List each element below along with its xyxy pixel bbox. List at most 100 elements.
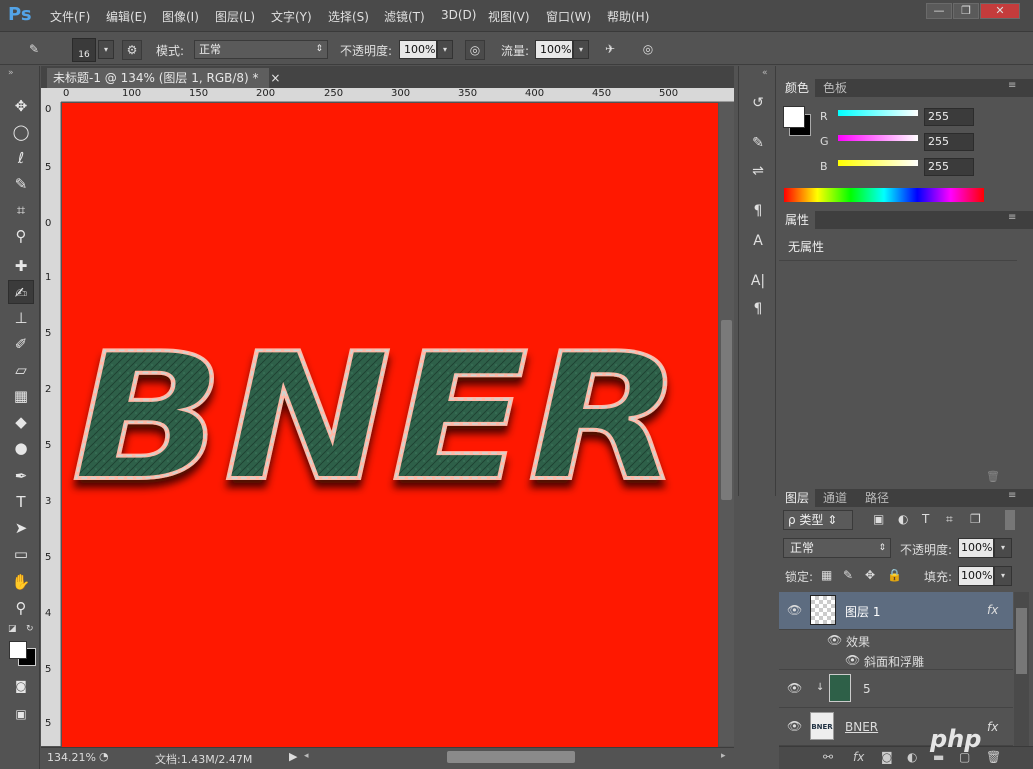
layer-name[interactable]: 5 (863, 682, 871, 696)
default-colors-icon[interactable]: ◪ (8, 624, 17, 634)
filter-smart-object-icon[interactable]: ❐ (970, 512, 981, 526)
menu-filter[interactable]: 滤镜(T) (384, 8, 425, 25)
layer-fx-icon[interactable]: fx (987, 603, 998, 617)
menu-3d[interactable]: 3D(D) (441, 8, 476, 22)
menu-edit[interactable]: 编辑(E) (106, 8, 147, 25)
link-layers-icon[interactable]: ⚯ (823, 750, 833, 764)
lock-transparent-icon[interactable]: ▦ (821, 568, 832, 582)
layer-filter-select[interactable]: ρ 类型 ⇕ (783, 510, 853, 530)
add-style-icon[interactable]: fx (853, 750, 864, 764)
close-tab-icon[interactable]: × (270, 71, 280, 85)
history-panel-icon[interactable]: ↺ (747, 92, 769, 114)
g-slider[interactable] (838, 135, 918, 141)
character-style-panel-icon[interactable]: A (747, 230, 769, 252)
layer-name[interactable]: 图层 1 (845, 603, 880, 620)
lock-position-icon[interactable]: ✥ (865, 568, 875, 582)
blur-tool-icon[interactable]: ◆ (8, 410, 34, 434)
add-mask-icon[interactable]: ◙ (881, 750, 893, 764)
fill-dropdown[interactable]: ▾ (994, 566, 1012, 586)
brush-picker-dropdown[interactable]: ▾ (98, 40, 114, 59)
marquee-tool-icon[interactable]: ◯ (8, 120, 34, 144)
effects-eye-icon[interactable]: 👁 (827, 633, 842, 647)
properties-panel-menu-icon[interactable]: ≡ (1008, 212, 1016, 223)
lock-all-icon[interactable]: 🔒 (887, 568, 902, 582)
paragraph-style-panel-icon[interactable]: ¶ (747, 200, 769, 222)
lock-pixels-icon[interactable]: ✎ (843, 568, 853, 582)
visibility-eye-icon[interactable]: 👁 (787, 719, 802, 733)
eraser-tool-icon[interactable]: ▱ (8, 358, 34, 382)
layer-blend-mode-select[interactable]: 正常 ⇕ (783, 538, 891, 558)
layer-row[interactable]: 👁 ↓ 5 (779, 670, 1013, 708)
layer-effect-item-row[interactable]: 👁 斜面和浮雕 (779, 650, 1013, 670)
horizontal-scrollbar-thumb[interactable] (447, 751, 575, 763)
shape-tool-icon[interactable]: ▭ (8, 542, 34, 566)
brush-panel-toggle-icon[interactable]: ⚙ (122, 40, 142, 60)
restore-button[interactable]: ❐ (953, 3, 979, 19)
mode-select[interactable]: 正常 ⇕ (194, 40, 328, 59)
crop-tool-icon[interactable]: ⌗ (8, 198, 34, 222)
menu-help[interactable]: 帮助(H) (607, 8, 649, 25)
gradient-tool-icon[interactable]: ▦ (8, 384, 34, 408)
layer-opacity-dropdown[interactable]: ▾ (994, 538, 1012, 558)
airbrush-icon[interactable]: ✈ (600, 40, 620, 60)
history-brush-tool-icon[interactable]: ✐ (8, 332, 34, 356)
type-tool-icon[interactable]: T (8, 490, 34, 514)
pen-tool-icon[interactable]: ✒ (8, 464, 34, 488)
toolbox-collapse-icon[interactable]: » (8, 68, 14, 78)
r-value-input[interactable]: 255 (924, 108, 974, 126)
layer-fx-icon[interactable]: fx (987, 720, 998, 734)
tool-preset-panel-icon[interactable]: ⇌ (747, 160, 769, 182)
layer-effects-row[interactable]: 👁 效果 (779, 630, 1013, 650)
color-panel-menu-icon[interactable]: ≡ (1008, 80, 1016, 91)
filter-toggle[interactable] (1005, 510, 1015, 530)
quick-select-tool-icon[interactable]: ✎ (8, 172, 34, 196)
pressure-opacity-icon[interactable]: ◎ (465, 40, 485, 60)
tab-color[interactable]: 颜色 (779, 79, 816, 97)
brush-size-preview[interactable]: 16 (72, 38, 96, 62)
zoom-tool-icon[interactable]: ⚲ (8, 596, 34, 620)
menu-window[interactable]: 窗口(W) (546, 8, 591, 25)
clone-stamp-tool-icon[interactable]: ⊥ (8, 306, 34, 330)
fill-input[interactable]: 100% (958, 566, 994, 586)
r-slider[interactable] (838, 110, 918, 116)
delete-layer-icon[interactable]: 🗑 (986, 750, 1001, 764)
scroll-left-arrow-icon[interactable]: ◂ (304, 751, 309, 761)
close-button[interactable]: ✕ (980, 3, 1020, 19)
filter-shape-icon[interactable]: ⌗ (946, 512, 953, 527)
healing-brush-tool-icon[interactable]: ✚ (8, 254, 34, 278)
opacity-dropdown[interactable]: ▾ (437, 40, 453, 59)
tab-channels[interactable]: 通道 (817, 489, 853, 507)
character-panel-icon[interactable]: A| (747, 270, 769, 292)
quick-mask-icon[interactable]: ◙ (8, 674, 34, 698)
layer-opacity-input[interactable]: 100% (958, 538, 994, 558)
pressure-size-icon[interactable]: ◎ (638, 40, 658, 60)
tab-paths[interactable]: 路径 (859, 489, 895, 507)
path-select-tool-icon[interactable]: ➤ (8, 516, 34, 540)
screen-mode-icon[interactable]: ▣ (8, 702, 34, 726)
visibility-eye-icon[interactable]: 👁 (787, 603, 802, 617)
visibility-eye-icon[interactable]: 👁 (787, 681, 802, 695)
status-info-icon[interactable]: ◔ (99, 750, 109, 763)
filter-adjustment-icon[interactable]: ◐ (898, 512, 908, 526)
panels-collapse-icon[interactable]: « (762, 68, 768, 78)
dodge-tool-icon[interactable]: ● (8, 436, 34, 460)
menu-layer[interactable]: 图层(L) (215, 8, 255, 25)
vertical-scrollbar-thumb[interactable] (721, 320, 732, 500)
layers-panel-menu-icon[interactable]: ≡ (1008, 490, 1016, 501)
menu-file[interactable]: 文件(F) (50, 8, 90, 25)
flow-input[interactable]: 100% (535, 40, 573, 59)
document-tab[interactable]: 未标题-1 @ 134% (图层 1, RGB/8) * × (47, 68, 280, 88)
tab-swatches[interactable]: 色板 (817, 79, 853, 97)
g-value-input[interactable]: 255 (924, 133, 974, 151)
layers-scrollbar-thumb[interactable] (1016, 608, 1027, 674)
menu-select[interactable]: 选择(S) (328, 8, 369, 25)
effect-eye-icon[interactable]: 👁 (845, 653, 860, 667)
menu-view[interactable]: 视图(V) (488, 8, 530, 25)
foreground-color-swatch[interactable] (9, 641, 27, 659)
document-canvas[interactable]: BNER BNER (62, 103, 718, 747)
status-menu-arrow-icon[interactable]: ▶ (289, 750, 297, 763)
opacity-input[interactable]: 100% (399, 40, 437, 59)
hand-tool-icon[interactable]: ✋ (8, 570, 34, 594)
lasso-tool-icon[interactable]: ℓ (8, 146, 34, 170)
tab-layers[interactable]: 图层 (779, 489, 816, 507)
